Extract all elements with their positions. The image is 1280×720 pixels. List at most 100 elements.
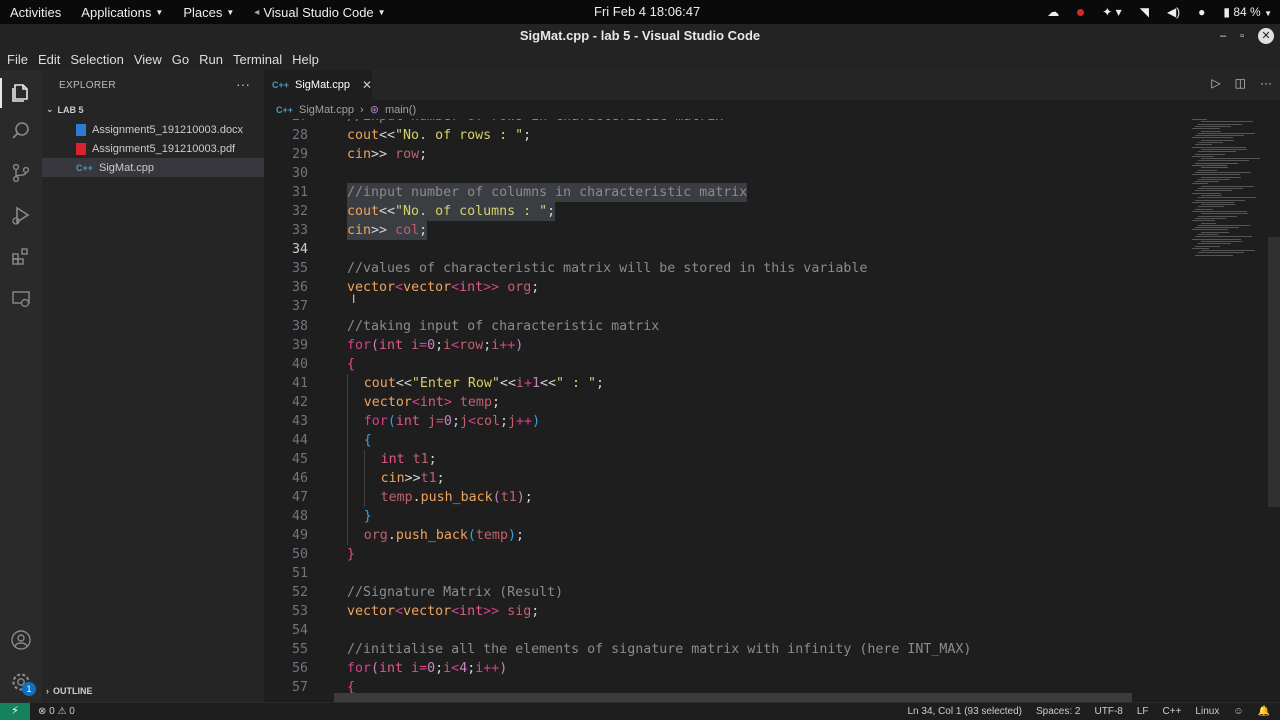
maximize-button[interactable]: ▫ [1240,24,1244,48]
code-text: //taking input of characteristic matrix [347,317,659,336]
code-token: ( [371,661,380,677]
editor-tabs: C++ SigMat.cpp ✕ ▷ ◫ ··· [264,70,1280,100]
clock[interactable]: Fri Feb 4 18:06:47 [594,4,700,19]
places-menu[interactable]: Places ▼ [173,5,244,20]
code-line[interactable]: 40 { [264,355,1264,374]
code-line[interactable]: 30 [264,164,1264,183]
chevron-right-icon: › [360,103,364,116]
remote-explorer-icon[interactable] [8,286,34,312]
explorer-icon[interactable] [8,80,34,106]
os-indicator[interactable]: Linux [1195,706,1219,717]
menu-view[interactable]: View [129,52,167,67]
code-line[interactable]: 46 cin>>t1; [264,468,1264,488]
breadcrumb-file[interactable]: SigMat.cpp [299,104,354,116]
run-debug-icon[interactable] [8,202,34,228]
vertical-scrollbar[interactable] [1268,237,1280,507]
minimap-line [1198,188,1243,189]
minimize-button[interactable]: – [1220,24,1226,48]
minimap-line [1195,245,1220,247]
accessibility-icon[interactable]: ✦ ▾ [1102,5,1121,19]
code-line[interactable]: 53 vector<vector<int>> sig; [264,602,1264,621]
minimap[interactable] [1192,119,1268,259]
app-menu[interactable]: ◂ Visual Studio Code ▼ [244,5,395,20]
code-token: ; [436,470,445,486]
menu-edit[interactable]: Edit [33,52,65,67]
code-line[interactable]: 49 org.push_back(temp); [264,526,1264,546]
code-line[interactable]: 27 //input number of rows in characterist… [264,119,1264,126]
code-line[interactable]: 48} [264,506,1264,527]
code-line[interactable]: 29 cin>> row; [264,145,1264,164]
code-editor[interactable]: 27 //input number of rows in characterist… [264,119,1280,702]
code-line[interactable]: 50} [264,545,1264,564]
code-line[interactable]: 36 vector<vector<int>> org; [264,278,1264,297]
code-line[interactable]: 56 for(int i=0;i<4;i++) [264,659,1264,678]
code-line[interactable]: 52 //Signature Matrix (Result) [264,583,1264,602]
line-ending[interactable]: LF [1137,706,1149,717]
code-line[interactable]: 38 //taking input of characteristic matri… [264,317,1264,336]
close-window-button[interactable]: ✕ [1258,28,1274,44]
folder-lab5[interactable]: ⌄ LAB 5 [46,104,84,115]
cloud-icon[interactable]: ☁ [1047,5,1059,19]
code-token: "Enter Row" [411,375,500,391]
source-control-icon[interactable] [8,160,34,186]
file-item-docx[interactable]: Assignment5_191210003.docx [42,120,264,139]
code-line[interactable]: 42 vector<int> temp; [264,392,1264,412]
notifications-bell-icon[interactable]: 🔔 [1258,706,1270,717]
code-line[interactable]: 34 [264,240,1264,259]
battery-indicator[interactable]: ▮ 84 % ▼ [1223,5,1272,19]
file-item-cpp[interactable]: C++ SigMat.cpp [42,158,264,177]
code-line[interactable]: 41 cout<<"Enter Row"<<i+1<<" : "; [264,373,1264,393]
account-icon[interactable] [8,627,34,653]
more-actions-icon[interactable]: ··· [1260,76,1272,90]
cpp-file-icon: C++ [272,80,290,90]
menu-run[interactable]: Run [194,52,228,67]
remote-indicator-icon[interactable]: ⚡ [0,703,30,720]
horizontal-scrollbar[interactable] [334,693,1132,702]
code-line[interactable]: 33 cin>> col; [264,221,1264,241]
activities-button[interactable]: Activities [0,5,71,20]
code-line[interactable]: 31 //input number of columns in character… [264,183,1264,203]
tab-sigmat-cpp[interactable]: C++ SigMat.cpp ✕ [264,70,372,100]
menu-file[interactable]: File [2,52,33,67]
code-lines[interactable]: 27 //input number of rows in characterist… [264,119,1264,697]
volume-icon[interactable]: ◀) [1167,5,1180,19]
code-line[interactable]: 47 temp.push_back(t1); [264,487,1264,507]
run-file-icon[interactable]: ▷ [1211,76,1220,90]
code-line[interactable]: 39 for(int i=0;i<row;i++) [264,336,1264,355]
code-line[interactable]: 35 //values of characteristic matrix will… [264,259,1264,278]
search-icon[interactable] [8,118,34,144]
split-editor-icon[interactable]: ◫ [1235,76,1246,90]
outline-section[interactable]: › OUTLINE [46,686,93,696]
code-line[interactable]: 45 int t1; [264,449,1264,469]
close-tab-icon[interactable]: ✕ [362,78,372,92]
code-line[interactable]: 32 cout<<"No. of columns : "; [264,202,1264,222]
encoding[interactable]: UTF-8 [1095,706,1123,717]
applications-menu[interactable]: Applications ▼ [71,5,173,20]
recording-indicator-icon[interactable] [1077,8,1085,16]
breadcrumb-symbol[interactable]: main() [385,104,416,116]
extensions-icon[interactable] [8,244,34,270]
wifi-icon[interactable]: ◥ [1140,5,1149,19]
code-line[interactable]: 43 for(int j=0;j<col;j++) [264,411,1264,431]
menu-terminal[interactable]: Terminal [228,52,287,67]
code-line[interactable]: 54 [264,621,1264,640]
code-token: i [411,661,420,677]
code-line[interactable]: 55 //initialise all the elements of signa… [264,640,1264,659]
more-actions-icon[interactable]: ··· [236,76,250,92]
code-line[interactable]: 51 [264,564,1264,583]
language-mode[interactable]: C++ [1163,706,1182,717]
code-text: vector<vector<int>> sig; [347,602,539,621]
indentation[interactable]: Spaces: 2 [1036,706,1080,717]
code-line[interactable]: 44 { [264,430,1264,450]
menu-selection[interactable]: Selection [65,52,128,67]
menu-go[interactable]: Go [167,52,194,67]
code-line[interactable]: 28 cout<<"No. of rows : "; [264,126,1264,145]
menu-help[interactable]: Help [287,52,324,67]
file-item-pdf[interactable]: Assignment5_191210003.pdf [42,139,264,158]
cursor-position[interactable]: Ln 34, Col 1 (93 selected) [908,706,1023,717]
problems-indicator[interactable]: ⊗ 0 ⚠ 0 [38,706,75,717]
code-line[interactable]: 37 [264,297,1264,316]
microphone-icon[interactable]: ● [1198,5,1205,19]
minimap-line [1192,146,1246,148]
feedback-icon[interactable]: ☺ [1233,706,1243,717]
